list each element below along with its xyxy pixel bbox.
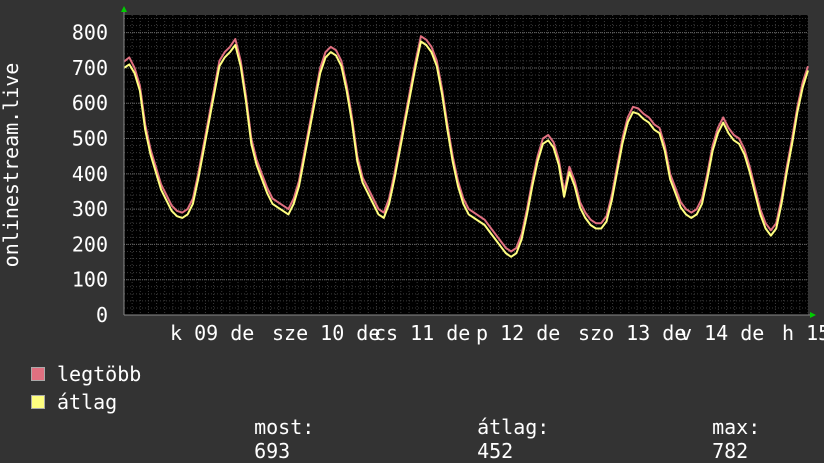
x-tick-label: v 14 de (680, 321, 764, 345)
y-tick-label: 500 (72, 127, 108, 151)
legend-swatch-avg (31, 395, 45, 409)
y-tick-label: 400 (72, 162, 108, 186)
stat-most-value: 693 (254, 439, 291, 463)
y-axis-label: onlinestream.live (0, 63, 23, 268)
x-tick-label: k 09 de (170, 321, 254, 345)
chart: 0 100 200 300 400 500 600 700 800 onlinestream.li… (0, 6, 824, 345)
stat-max-value: 782 (712, 439, 749, 463)
legend-label-max: legtöbb (57, 362, 142, 386)
stat-max-label: max: (712, 415, 761, 439)
stat-avg-label: átlag: (477, 415, 550, 439)
stat-avg-value: 452 (477, 439, 514, 463)
y-tick-label: 0 (96, 303, 108, 327)
x-tick-label: h 15 de (782, 321, 824, 345)
legend-item-max: legtöbb (31, 362, 142, 386)
stat-avg: átlag: 452 (453, 391, 549, 463)
legend-item-avg: átlag (31, 390, 118, 414)
stat-most-label: most: (254, 415, 315, 439)
x-tick-label: szo 13 de (578, 321, 686, 345)
legend-label-avg: átlag (57, 390, 118, 414)
x-tick-label: cs 11 de (374, 321, 470, 345)
x-tick-label: p 12 de (476, 321, 560, 345)
stat-max: max: 782 (688, 391, 760, 463)
y-tick-label: 300 (72, 197, 108, 221)
y-tick-label: 600 (72, 91, 108, 115)
y-tick-label: 800 (72, 21, 108, 45)
x-tick-label: sze 10 de (272, 321, 380, 345)
y-tick-label: 200 (72, 232, 108, 256)
legend-swatch-max (31, 367, 45, 381)
y-tick-label: 100 (72, 268, 108, 292)
y-axis-arrow (121, 6, 127, 12)
x-axis-arrow (810, 312, 816, 318)
y-tick-label: 700 (72, 56, 108, 80)
stat-most: most: 693 (230, 391, 314, 463)
